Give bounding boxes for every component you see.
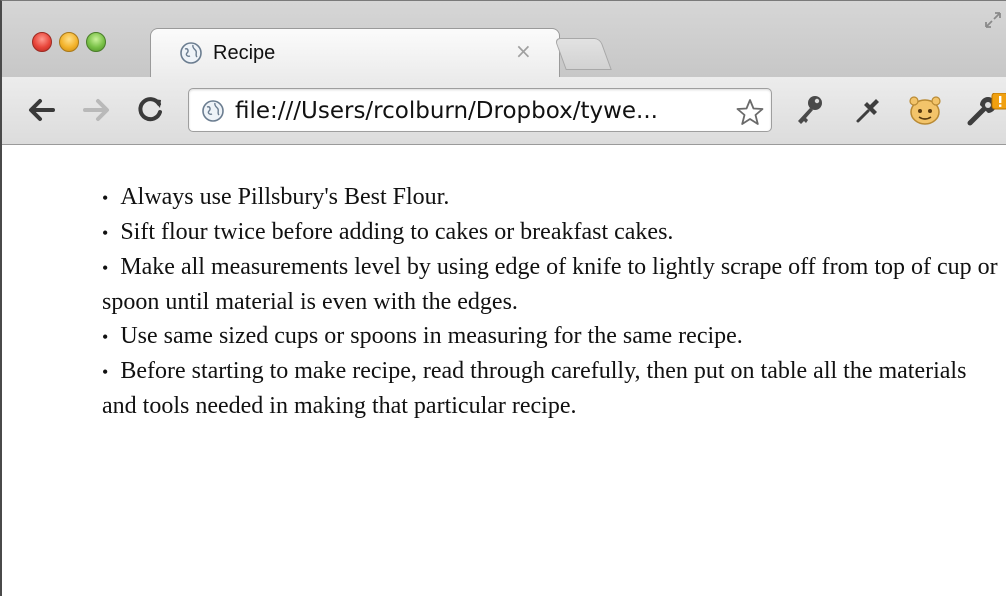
- tab-strip: Recipe ×: [2, 1, 1006, 78]
- new-tab-button[interactable]: [554, 38, 612, 70]
- minimize-window-button[interactable]: [59, 32, 79, 52]
- arrow-right-icon[interactable]: [82, 97, 112, 127]
- globe-icon: [201, 99, 225, 127]
- fullscreen-icon[interactable]: [982, 9, 1004, 35]
- key-icon[interactable]: [792, 93, 826, 131]
- url-text[interactable]: file:///Users/rcolburn/Dropbox/tywe...: [235, 96, 725, 126]
- list-item-text: Use same sized cups or spoons in measuri…: [120, 323, 743, 349]
- close-window-button[interactable]: [32, 32, 52, 52]
- list-item-text: Always use Pillsbury's Best Flour.: [120, 184, 450, 210]
- list-item: • Make all measurements level by using ed…: [102, 250, 1002, 319]
- star-icon[interactable]: [736, 98, 764, 130]
- list-item: • Use same sized cups or spoons in measur…: [102, 319, 1002, 354]
- list-item: • Before starting to make recipe, read th…: [102, 354, 1002, 423]
- tab-close-icon[interactable]: ×: [515, 41, 532, 61]
- globe-icon: [179, 41, 203, 69]
- bullet: •: [102, 188, 109, 208]
- tab-title: Recipe: [213, 42, 276, 64]
- tab-recipe[interactable]: Recipe ×: [150, 28, 560, 78]
- bullet: •: [102, 327, 109, 347]
- list-item-text: Make all measurements level by using edg…: [102, 254, 998, 315]
- bullet: •: [102, 258, 109, 278]
- list-item: • Always use Pillsbury's Best Flour.: [102, 180, 1002, 215]
- bullet: •: [102, 362, 109, 382]
- wrench-icon[interactable]: [964, 92, 1006, 131]
- pin-icon[interactable]: [852, 93, 886, 131]
- address-bar[interactable]: file:///Users/rcolburn/Dropbox/tywe...: [188, 88, 772, 132]
- list-item-text: Before starting to make recipe, read thr…: [102, 358, 967, 419]
- face-icon[interactable]: [907, 93, 943, 131]
- arrow-left-icon[interactable]: [26, 97, 56, 127]
- bullet: •: [102, 223, 109, 243]
- page-content: • Always use Pillsbury's Best Flour. • Sif…: [2, 146, 1006, 596]
- zoom-window-button[interactable]: [86, 32, 106, 52]
- list-item-text: Sift flour twice before adding to cakes …: [120, 219, 674, 245]
- recipe-tips-list: • Always use Pillsbury's Best Flour. • Sif…: [102, 180, 1002, 423]
- list-item: • Sift flour twice before adding to cakes…: [102, 215, 1002, 250]
- toolbar: file:///Users/rcolburn/Dropbox/tywe...: [2, 77, 1006, 145]
- browser-window: Recipe × file:///Users/rcolburn/Dropbox/…: [0, 0, 1006, 596]
- reload-icon[interactable]: [136, 95, 166, 129]
